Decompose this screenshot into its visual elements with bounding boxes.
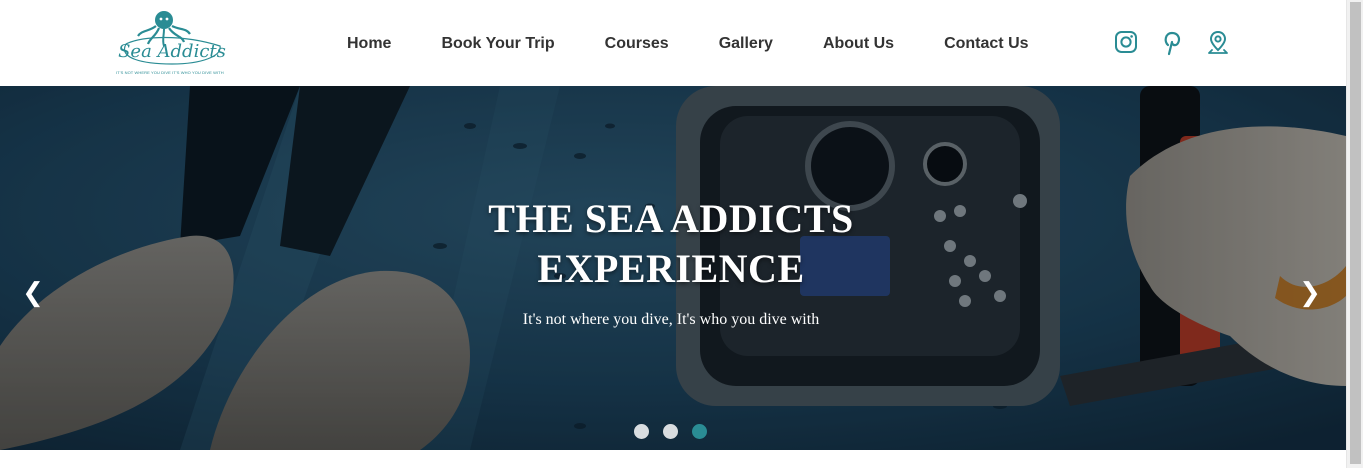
nav-gallery[interactable]: Gallery — [719, 34, 773, 56]
slider-next-button[interactable]: ❯ — [1298, 278, 1322, 308]
pinterest-icon — [1164, 31, 1181, 56]
logo-tagline: IT'S NOT WHERE YOU DIVE IT'S WHO YOU DIV… — [116, 70, 224, 75]
svg-text:Sea Addicts: Sea Addicts — [118, 41, 226, 62]
hero-slider: THE SEA ADDICTS EXPERIENCE It's not wher… — [0, 86, 1346, 450]
slider-dot-1[interactable] — [634, 424, 649, 439]
page-scrollbar[interactable] — [1346, 0, 1363, 468]
location-link[interactable] — [1206, 30, 1230, 56]
hero-title-line2: EXPERIENCE — [537, 246, 805, 291]
hero-subtitle: It's not where you dive, It's who you di… — [522, 311, 820, 328]
hero-title: THE SEA ADDICTS EXPERIENCE — [371, 194, 971, 294]
pinterest-link[interactable] — [1161, 30, 1183, 56]
scrollbar-thumb[interactable] — [1350, 2, 1361, 464]
page-content-below — [0, 450, 1346, 468]
nav-about-us[interactable]: About Us — [823, 34, 894, 56]
nav-contact-us[interactable]: Contact Us — [944, 34, 1028, 56]
site-header: Sea Addicts IT'S NOT WHERE YOU DIVE IT'S… — [0, 0, 1346, 86]
nav-courses[interactable]: Courses — [605, 34, 669, 56]
nav-book-your-trip[interactable]: Book Your Trip — [441, 34, 554, 56]
location-icon — [1208, 30, 1228, 54]
main-nav: Home Book Your Trip Courses Gallery Abou… — [347, 34, 1029, 56]
octopus-icon: Sea Addicts — [118, 11, 226, 65]
instagram-icon — [1115, 31, 1137, 53]
nav-home[interactable]: Home — [347, 34, 391, 56]
slider-dot-2[interactable] — [663, 424, 678, 439]
instagram-link[interactable] — [1114, 30, 1138, 56]
slider-dots — [634, 424, 707, 439]
site-logo[interactable]: Sea Addicts IT'S NOT WHERE YOU DIVE IT'S… — [112, 6, 232, 80]
slider-prev-button[interactable]: ❮ — [21, 278, 45, 308]
slider-dot-3[interactable] — [692, 424, 707, 439]
hero-title-line1: THE SEA ADDICTS — [488, 196, 854, 241]
